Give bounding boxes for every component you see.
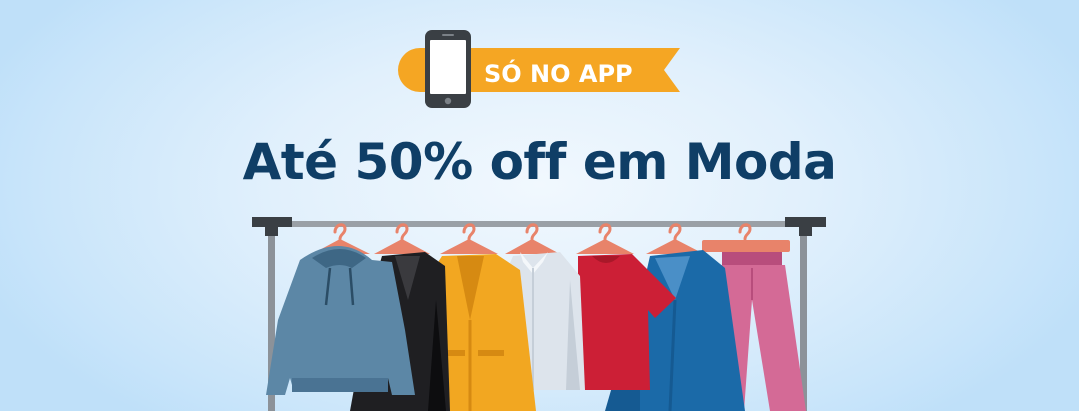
rack-cap-right — [785, 217, 826, 236]
rack-bar — [266, 221, 810, 227]
rack-cap-left — [252, 217, 292, 236]
promo-banner[interactable]: SÓ NO APP Até 50% off em Moda — [0, 0, 1079, 411]
gray-blue-hoodie — [266, 246, 415, 395]
clothing-rack-illustration — [252, 217, 826, 411]
hanger-bars — [312, 239, 790, 254]
